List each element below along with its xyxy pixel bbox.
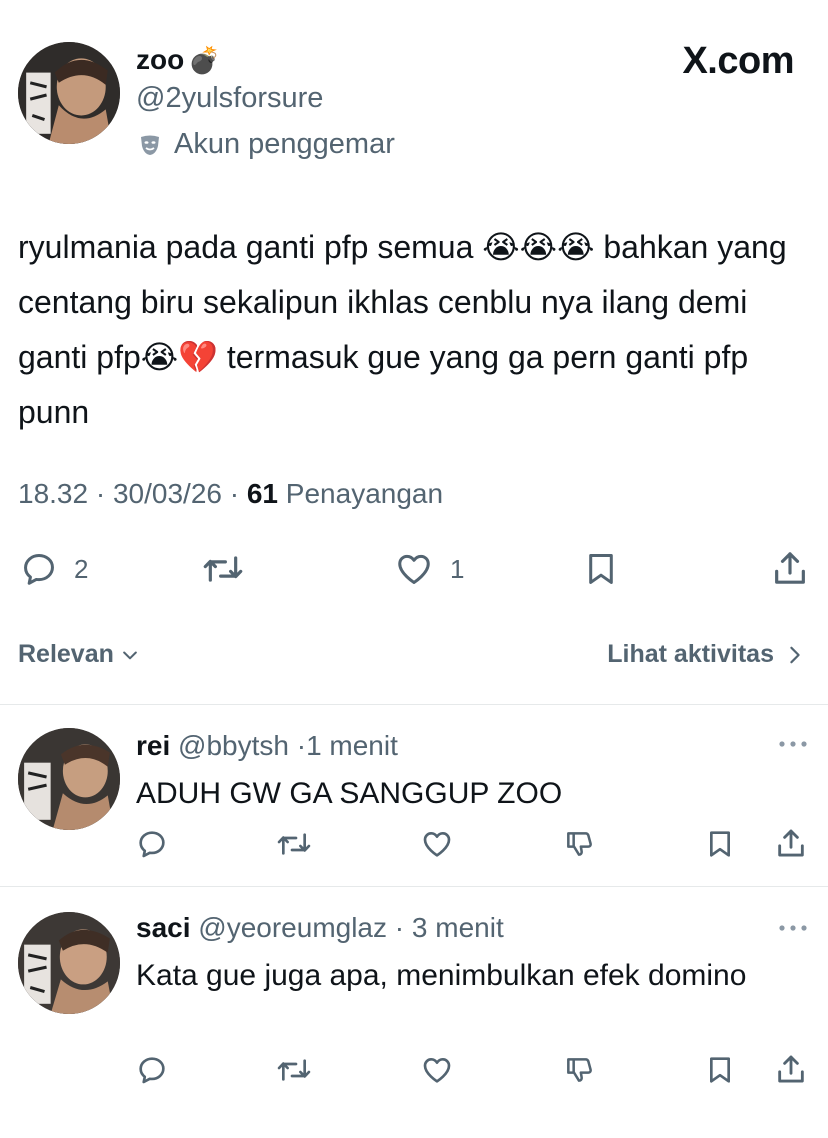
meta-separator: · — [229, 478, 247, 509]
share-button[interactable] — [774, 1052, 808, 1086]
heart-icon — [423, 832, 451, 857]
meta-separator: · — [394, 912, 405, 943]
like-button[interactable] — [420, 1054, 454, 1086]
more-dots-icon — [779, 925, 807, 931]
tweet-meta: 18.32 · 30/03/26 · 61 Penayangan — [18, 478, 443, 510]
retweet-icon — [202, 550, 244, 588]
view-activity-link[interactable]: Lihat aktivitas — [607, 640, 804, 669]
divider — [0, 886, 828, 887]
author-photo — [18, 42, 120, 144]
more-options-button[interactable] — [776, 732, 810, 761]
tweet-text: ryulmania pada ganti pfp semua 😭😭😭 bahka… — [18, 229, 787, 430]
views-count: 61 — [246, 478, 279, 509]
theater-mask-icon — [138, 133, 162, 157]
reply-time[interactable]: 3 menit — [412, 912, 504, 943]
chevron-right-icon — [786, 644, 804, 666]
meta-separator: · — [95, 478, 113, 509]
reply-header: saci @yeoreumglaz · 3 menit — [136, 912, 504, 944]
heart-icon — [423, 1058, 451, 1083]
author-handle[interactable]: @2yulsforsure — [136, 82, 323, 115]
reply-icon — [20, 550, 58, 588]
x-watermark: X.com — [682, 40, 794, 82]
divider — [0, 704, 828, 705]
retweet-icon — [277, 833, 311, 855]
reply-avatar[interactable] — [18, 728, 120, 830]
bookmark-icon — [582, 550, 620, 588]
reply-button[interactable]: 2 — [20, 550, 88, 588]
like-button[interactable]: 1 — [394, 550, 464, 588]
reply-photo — [18, 912, 120, 1014]
downvote-button[interactable] — [562, 1054, 596, 1086]
reply-icon — [139, 831, 165, 858]
share-button[interactable] — [774, 826, 808, 860]
reply-handle[interactable]: @yeoreumglaz — [198, 912, 387, 943]
reply-header: rei @bbytsh ·1 menit — [136, 730, 398, 762]
reply-time[interactable]: 1 menit — [306, 730, 398, 761]
tweet-time[interactable]: 18.32 — [18, 478, 88, 509]
reply-display-name[interactable]: rei — [136, 730, 170, 761]
author-display-name[interactable]: zoo — [136, 44, 184, 76]
thumbs-down-icon — [567, 832, 592, 856]
reply-text: Kata gue juga apa, menimbulkan efek domi… — [136, 959, 747, 992]
reply-avatar[interactable] — [18, 912, 120, 1014]
reply-button[interactable] — [136, 1054, 168, 1086]
bookmark-icon — [710, 1057, 730, 1083]
chevron-down-icon — [120, 645, 140, 665]
retweet-button[interactable] — [202, 550, 244, 588]
bookmark-button[interactable] — [582, 550, 620, 588]
reply-icon — [139, 1057, 165, 1084]
sort-label: Relevan — [18, 640, 114, 668]
bookmark-icon — [710, 831, 730, 857]
bomb-emoji: 💣 — [188, 44, 221, 75]
retweet-button[interactable] — [276, 828, 312, 860]
downvote-button[interactable] — [562, 828, 596, 860]
reply-handle[interactable]: @bbytsh — [178, 730, 289, 761]
reply-text: ADUH GW GA SANGGUP ZOO — [136, 777, 563, 810]
sort-relevance-dropdown[interactable]: Relevan — [18, 640, 140, 669]
bookmark-button[interactable] — [704, 828, 736, 860]
reply-count: 2 — [74, 553, 89, 584]
share-icon — [778, 829, 804, 857]
reply-button[interactable] — [136, 828, 168, 860]
retweet-button[interactable] — [276, 1054, 312, 1086]
activity-label: Lihat aktivitas — [607, 640, 774, 668]
reply-display-name[interactable]: saci — [136, 912, 191, 943]
more-options-button[interactable] — [776, 916, 810, 945]
reply-photo — [18, 728, 120, 830]
bookmark-button[interactable] — [704, 1054, 736, 1086]
more-dots-icon — [779, 741, 807, 747]
share-icon — [778, 1055, 804, 1083]
account-label: Akun penggemar — [174, 128, 395, 160]
heart-icon — [394, 550, 434, 588]
thumbs-down-icon — [567, 1058, 592, 1082]
like-count: 1 — [450, 553, 465, 584]
tweet-date[interactable]: 30/03/26 — [113, 478, 222, 509]
like-button[interactable] — [420, 828, 454, 860]
share-icon — [770, 548, 810, 588]
author-avatar[interactable] — [18, 42, 120, 144]
views-label: Penayangan — [285, 478, 444, 509]
retweet-icon — [277, 1059, 311, 1081]
meta-separator: · — [296, 730, 307, 761]
share-button[interactable] — [770, 548, 810, 588]
